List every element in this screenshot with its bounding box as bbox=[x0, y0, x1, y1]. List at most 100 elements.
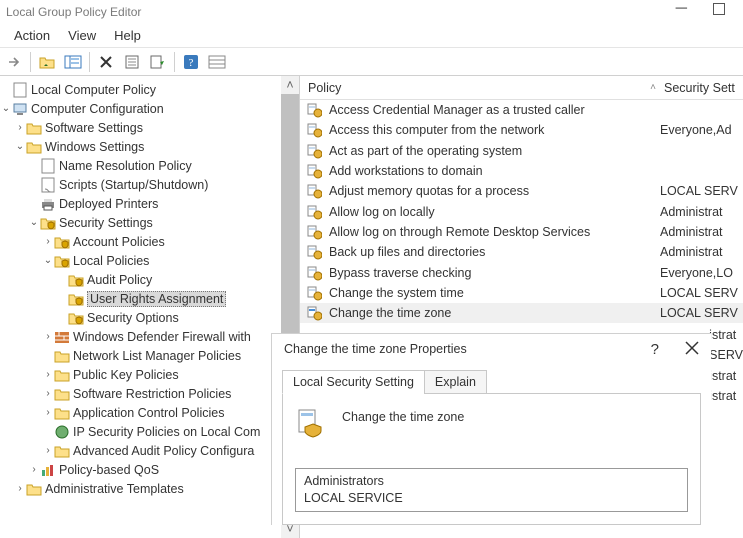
policy-row[interactable]: Add workstations to domain bbox=[300, 161, 743, 181]
tree-ura[interactable]: User Rights Assignment bbox=[87, 291, 226, 307]
policy-row[interactable]: Back up files and directoriesAdministrat bbox=[300, 242, 743, 262]
policy-name: Add workstations to domain bbox=[329, 164, 483, 178]
tree-srp[interactable]: Software Restriction Policies bbox=[73, 387, 231, 401]
policy-row[interactable]: Access Credential Manager as a trusted c… bbox=[300, 100, 743, 120]
tree-account[interactable]: Account Policies bbox=[73, 235, 165, 249]
policy-row[interactable]: Adjust memory quotas for a processLOCAL … bbox=[300, 181, 743, 201]
policy-icon bbox=[306, 244, 322, 260]
col-security[interactable]: Security Sett bbox=[660, 81, 743, 95]
qos-icon bbox=[40, 462, 56, 478]
dialog-help-icon[interactable]: ? bbox=[651, 341, 659, 358]
caret-right-icon[interactable]: › bbox=[42, 388, 54, 399]
col-policy[interactable]: Policy˄ bbox=[300, 81, 660, 95]
shield-folder-icon bbox=[68, 310, 84, 326]
doc-icon bbox=[12, 82, 28, 98]
tree-acp[interactable]: Application Control Policies bbox=[73, 406, 224, 420]
tree-security[interactable]: Security Settings bbox=[59, 216, 153, 230]
caret-right-icon[interactable]: › bbox=[42, 236, 54, 247]
policy-name: Change the system time bbox=[329, 286, 464, 300]
policy-icon bbox=[306, 183, 322, 199]
properties-icon[interactable] bbox=[120, 50, 144, 74]
tree-software[interactable]: Software Settings bbox=[45, 121, 143, 135]
policy-security: Everyone,LO bbox=[660, 266, 743, 280]
caret-down-icon[interactable]: ⌄ bbox=[0, 103, 12, 114]
policy-row[interactable]: Change the time zoneLOCAL SERV bbox=[300, 303, 743, 323]
window-title: Local Group Policy Editor bbox=[6, 5, 141, 19]
policy-icon bbox=[306, 265, 322, 281]
tree[interactable]: Local Computer Policy ⌄ Computer Configur… bbox=[0, 76, 299, 502]
help-icon[interactable]: ? bbox=[179, 50, 203, 74]
policy-row[interactable]: Allow log on locallyAdministrat bbox=[300, 201, 743, 221]
tree-windows[interactable]: Windows Settings bbox=[45, 140, 144, 154]
titlebar: Local Group Policy Editor ─ bbox=[0, 0, 743, 23]
tree-panel: Local Computer Policy ⌄ Computer Configur… bbox=[0, 76, 300, 538]
tree-secopt[interactable]: Security Options bbox=[87, 311, 179, 325]
maximize-icon[interactable] bbox=[713, 3, 725, 15]
tree-pbq[interactable]: Policy-based QoS bbox=[59, 463, 159, 477]
caret-down-icon[interactable]: ⌄ bbox=[28, 217, 40, 228]
folder-up-icon[interactable] bbox=[35, 50, 59, 74]
caret-right-icon[interactable]: › bbox=[42, 445, 54, 456]
tree-nameres[interactable]: Name Resolution Policy bbox=[59, 159, 192, 173]
dialog-heading: Change the time zone bbox=[342, 406, 464, 424]
menu-help[interactable]: Help bbox=[114, 28, 141, 43]
tree-ipsec[interactable]: IP Security Policies on Local Com bbox=[73, 425, 260, 439]
policy-row[interactable]: Bypass traverse checkingEveryone,LO bbox=[300, 262, 743, 282]
separator bbox=[30, 52, 31, 72]
caret-down-icon[interactable]: ⌄ bbox=[42, 255, 54, 266]
policy-row[interactable]: Change the system timeLOCAL SERV bbox=[300, 283, 743, 303]
delete-icon[interactable] bbox=[94, 50, 118, 74]
tree-pkp[interactable]: Public Key Policies bbox=[73, 368, 179, 382]
tab-local-security[interactable]: Local Security Setting bbox=[282, 370, 425, 394]
policy-icon bbox=[306, 143, 322, 159]
caret-right-icon[interactable]: › bbox=[42, 407, 54, 418]
doc-icon bbox=[40, 158, 56, 174]
separator bbox=[174, 52, 175, 72]
menu-view[interactable]: View bbox=[68, 28, 96, 43]
policy-large-icon bbox=[295, 406, 327, 438]
toolbar: ? bbox=[0, 48, 743, 76]
scroll-up-icon[interactable]: ˄ bbox=[281, 76, 299, 94]
policy-name: Access Credential Manager as a trusted c… bbox=[329, 103, 585, 117]
shield-folder-icon bbox=[54, 234, 70, 250]
tree-aapc[interactable]: Advanced Audit Policy Configura bbox=[73, 444, 254, 458]
tree-scripts[interactable]: Scripts (Startup/Shutdown) bbox=[59, 178, 208, 192]
toggle-tree-icon[interactable] bbox=[61, 50, 85, 74]
policy-security: Administrat bbox=[660, 205, 743, 219]
policy-security: Administrat bbox=[660, 245, 743, 259]
users-listbox[interactable]: Administrators LOCAL SERVICE bbox=[295, 468, 688, 512]
menu-action[interactable]: Action bbox=[14, 28, 50, 43]
caret-right-icon[interactable]: › bbox=[28, 464, 40, 475]
tree-localpol[interactable]: Local Policies bbox=[73, 254, 149, 268]
tree-nlmp[interactable]: Network List Manager Policies bbox=[73, 349, 241, 363]
tab-explain[interactable]: Explain bbox=[424, 370, 487, 394]
tree-audit[interactable]: Audit Policy bbox=[87, 273, 152, 287]
tree-admintmpl[interactable]: Administrative Templates bbox=[45, 482, 184, 496]
caret-right-icon[interactable]: › bbox=[42, 331, 54, 342]
caret-right-icon[interactable]: › bbox=[14, 122, 26, 133]
forward-icon[interactable] bbox=[2, 50, 26, 74]
properties-dialog: Change the time zone Properties ? Local … bbox=[271, 333, 711, 525]
tree-wdf[interactable]: Windows Defender Firewall with bbox=[73, 330, 251, 344]
policy-name: Adjust memory quotas for a process bbox=[329, 184, 529, 198]
export-icon[interactable] bbox=[146, 50, 170, 74]
dialog-tabs: Local Security Setting Explain bbox=[282, 370, 701, 394]
policy-row[interactable]: Access this computer from the networkEve… bbox=[300, 120, 743, 140]
tree-printers[interactable]: Deployed Printers bbox=[59, 197, 158, 211]
tree-root[interactable]: Local Computer Policy bbox=[31, 83, 156, 97]
list-icon[interactable] bbox=[205, 50, 229, 74]
policy-name: Allow log on through Remote Desktop Serv… bbox=[329, 225, 590, 239]
caret-right-icon[interactable]: › bbox=[42, 369, 54, 380]
policy-name: Act as part of the operating system bbox=[329, 144, 522, 158]
caret-right-icon[interactable]: › bbox=[14, 483, 26, 494]
policy-row[interactable]: Allow log on through Remote Desktop Serv… bbox=[300, 222, 743, 242]
policy-icon bbox=[306, 285, 322, 301]
caret-down-icon[interactable]: ⌄ bbox=[14, 141, 26, 152]
minimize-icon[interactable]: ─ bbox=[676, 0, 687, 18]
separator bbox=[89, 52, 90, 72]
dialog-close-icon[interactable] bbox=[685, 341, 699, 358]
policy-row[interactable]: Act as part of the operating system bbox=[300, 141, 743, 161]
policy-icon bbox=[306, 102, 322, 118]
tree-computer-config[interactable]: Computer Configuration bbox=[31, 102, 164, 116]
policy-icon bbox=[306, 163, 322, 179]
